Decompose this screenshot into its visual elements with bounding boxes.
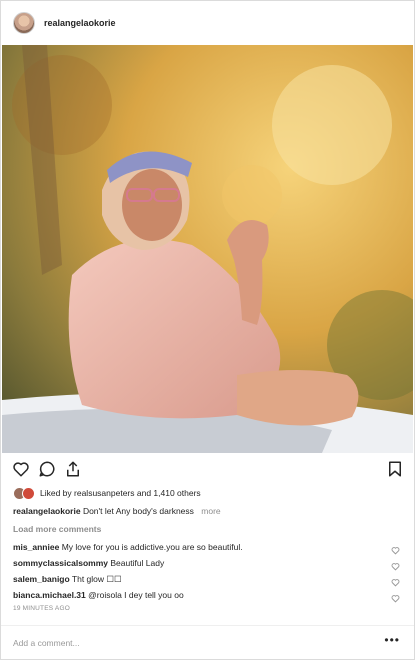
comment-row: mis_anniee My love for you is addictive.…: [13, 542, 243, 552]
comment-row: sommyclassicalsommy Beautiful Lady: [13, 558, 164, 568]
divider: [1, 625, 414, 626]
caption-more-link[interactable]: more: [201, 506, 220, 516]
post-photo-image: [2, 45, 413, 453]
more-options-icon[interactable]: •••: [384, 633, 400, 647]
likes-count[interactable]: Liked by realsusanpeters and 1,410 other…: [40, 488, 201, 498]
caption: realangelaokorie Don't let Any body's da…: [13, 506, 221, 516]
comment-text: Tht glow ☐☐: [71, 574, 122, 584]
comment-row: salem_banigo Tht glow ☐☐: [13, 574, 122, 585]
liker-avatar: [22, 486, 35, 500]
share-icon[interactable]: [64, 460, 82, 483]
post-username[interactable]: realangelaokorie: [44, 18, 116, 28]
comment-username[interactable]: mis_anniee: [13, 542, 59, 552]
comment-username[interactable]: sommyclassicalsommy: [13, 558, 108, 568]
avatar[interactable]: [13, 12, 35, 34]
add-comment-input[interactable]: Add a comment...: [13, 638, 80, 648]
caption-text: Don't let Any body's darkness: [82, 506, 194, 516]
post-timestamp[interactable]: 19 MINUTES AGO: [13, 605, 70, 612]
bookmark-icon[interactable]: [386, 460, 404, 483]
heart-icon[interactable]: [12, 460, 30, 483]
comment-text: My love for you is addictive.you are so …: [61, 542, 243, 552]
comment-text: Beautiful Lady: [110, 558, 165, 568]
post-actions: [1, 457, 414, 483]
comment-icon[interactable]: [38, 460, 56, 483]
comment-username[interactable]: bianca.michael.31: [13, 590, 86, 600]
comment-text: @roisola I dey tell you oo: [88, 590, 184, 600]
caption-username[interactable]: realangelaokorie: [13, 506, 81, 516]
comment-like-icon[interactable]: [391, 590, 400, 608]
likes-row: Liked by realsusanpeters and 1,410 other…: [13, 485, 201, 501]
post-card: realangelaokorie Liked by realsusanpeter…: [0, 0, 415, 660]
comment-username[interactable]: salem_banigo: [13, 574, 70, 584]
load-more-comments[interactable]: Load more comments: [13, 524, 101, 534]
comment-row: bianca.michael.31 @roisola I dey tell yo…: [13, 590, 184, 600]
post-header: realangelaokorie: [1, 1, 414, 45]
post-photo[interactable]: [2, 45, 413, 453]
